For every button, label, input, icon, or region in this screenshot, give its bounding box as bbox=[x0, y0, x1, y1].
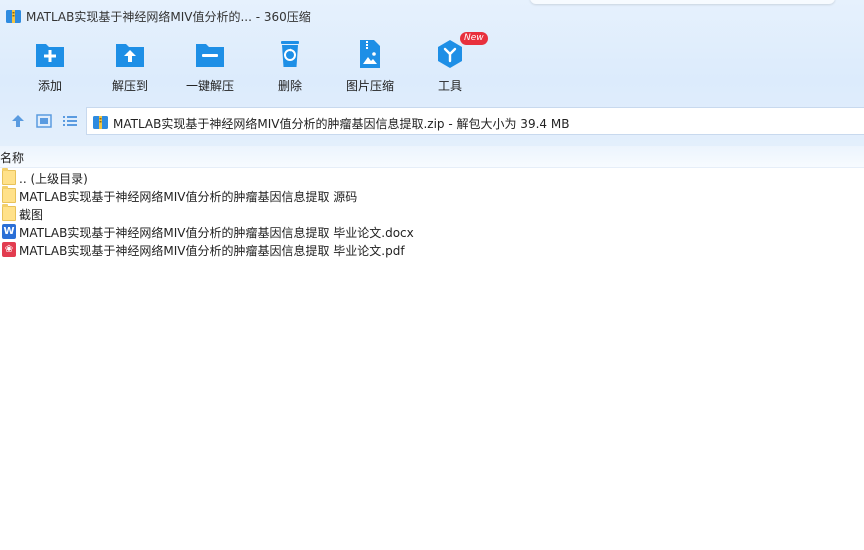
titlebar-decoration bbox=[530, 0, 835, 4]
list-item[interactable]: .. (上级目录) bbox=[0, 168, 864, 187]
new-badge: New bbox=[460, 32, 488, 45]
path-bar[interactable]: MATLAB实现基于神经网络MIV值分析的肿瘤基因信息提取.zip - 解包大小… bbox=[86, 107, 864, 135]
window-title: MATLAB实现基于神经网络MIV值分析的... - 360压缩 bbox=[26, 10, 311, 24]
column-header: 名称 bbox=[0, 146, 864, 168]
list-item[interactable]: ❀ MATLAB实现基于神经网络MIV值分析的肿瘤基因信息提取 毕业论文.pdf bbox=[0, 241, 864, 259]
delete-label: 删除 bbox=[277, 79, 302, 93]
list-view-icon[interactable] bbox=[62, 113, 78, 129]
file-list: .. (上级目录) MATLAB实现基于神经网络MIV值分析的肿瘤基因信息提取 … bbox=[0, 168, 864, 259]
title-bar: MATLAB实现基于神经网络MIV值分析的... - 360压缩 bbox=[0, 0, 864, 32]
image-compress-icon bbox=[360, 40, 380, 68]
navigation-bar: MATLAB实现基于神经网络MIV值分析的肿瘤基因信息提取.zip - 解包大小… bbox=[0, 106, 864, 136]
column-name-header[interactable]: 名称 bbox=[0, 149, 24, 166]
thumbnail-view-icon[interactable] bbox=[36, 113, 52, 129]
recycle-bin-icon bbox=[281, 41, 299, 67]
up-arrow-icon[interactable] bbox=[10, 113, 26, 129]
archive-file-icon bbox=[93, 116, 108, 129]
list-item[interactable]: 截图 bbox=[0, 204, 864, 223]
list-item-name: 截图 bbox=[19, 208, 44, 222]
folder-icon bbox=[2, 204, 16, 221]
list-item-name: MATLAB实现基于神经网络MIV值分析的肿瘤基因信息提取 毕业论文.docx bbox=[19, 226, 414, 240]
list-item-name: .. (上级目录) bbox=[19, 172, 88, 186]
one-click-extract-button[interactable]: 一键解压 bbox=[168, 36, 252, 98]
tools-label: 工具 bbox=[437, 79, 462, 93]
archive-app-icon bbox=[6, 10, 21, 23]
delete-button[interactable]: 删除 bbox=[248, 36, 332, 98]
add-icon bbox=[36, 44, 64, 67]
pdf-icon: ❀ bbox=[2, 242, 16, 257]
tools-button[interactable]: New 工具 bbox=[408, 32, 492, 98]
list-item-name: MATLAB实现基于神经网络MIV值分析的肿瘤基因信息提取 毕业论文.pdf bbox=[19, 244, 405, 258]
add-button[interactable]: 添加 bbox=[8, 36, 92, 98]
list-item-name: MATLAB实现基于神经网络MIV值分析的肿瘤基因信息提取 源码 bbox=[19, 190, 358, 204]
one-click-extract-label: 一键解压 bbox=[185, 79, 234, 93]
add-label: 添加 bbox=[37, 79, 62, 93]
image-compress-button[interactable]: 图片压缩 bbox=[328, 36, 412, 98]
toolbar: 添加 解压到 一键解压 删除 图片压缩 New 工具 bbox=[0, 32, 864, 100]
folder-icon bbox=[2, 186, 16, 203]
list-item[interactable]: MATLAB实现基于神经网络MIV值分析的肿瘤基因信息提取 源码 bbox=[0, 186, 864, 205]
one-click-extract-icon bbox=[196, 44, 224, 67]
image-compress-label: 图片压缩 bbox=[345, 79, 394, 93]
folder-icon bbox=[2, 168, 16, 185]
extract-to-button[interactable]: 解压到 bbox=[88, 36, 172, 98]
path-text: MATLAB实现基于神经网络MIV值分析的肿瘤基因信息提取.zip - 解包大小… bbox=[113, 117, 570, 131]
extract-to-label: 解压到 bbox=[111, 79, 148, 93]
word-icon: W bbox=[2, 224, 16, 239]
list-item[interactable]: W MATLAB实现基于神经网络MIV值分析的肿瘤基因信息提取 毕业论文.doc… bbox=[0, 223, 864, 241]
extract-to-icon bbox=[116, 44, 144, 67]
